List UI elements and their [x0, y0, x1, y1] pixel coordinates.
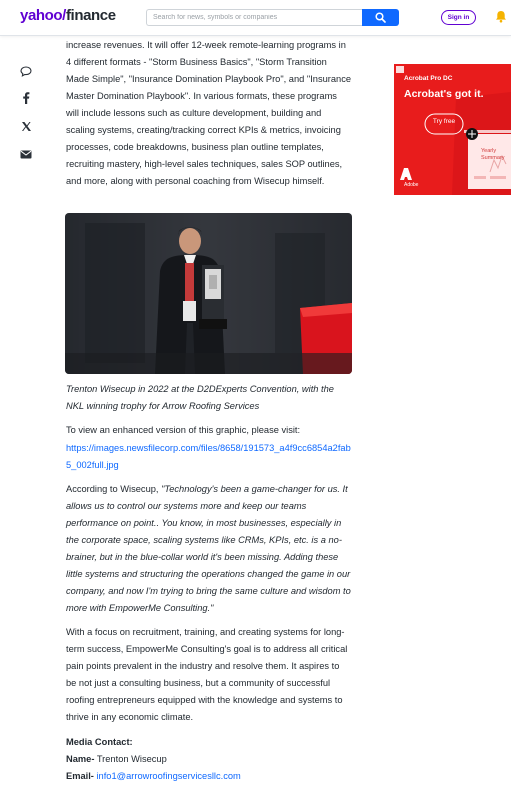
search-button[interactable]	[362, 9, 399, 26]
logo-finance-text: finance	[65, 7, 116, 24]
graphic-link[interactable]: https://images.newsfilecorp.com/files/86…	[66, 440, 353, 474]
x-icon[interactable]	[18, 118, 34, 134]
quote-paragraph: According to Wisecup, "Technology's been…	[66, 481, 352, 617]
email-link[interactable]: info1@arrowroofingservicesllc.com	[94, 771, 240, 781]
mail-icon[interactable]	[18, 146, 34, 162]
top-bar: yahoo/finance Sign in	[0, 0, 511, 36]
logo-yahoo-text: yahoo/	[20, 7, 66, 24]
adobe-logo-text: Adobe	[404, 182, 419, 188]
notifications-bell-icon[interactable]	[495, 10, 507, 28]
ad-try-free-button[interactable]: Try free	[425, 118, 463, 125]
sign-in-button[interactable]: Sign in	[441, 10, 476, 25]
name-value: Trenton Wisecup	[94, 754, 167, 764]
facebook-icon[interactable]	[18, 90, 34, 106]
yahoo-finance-logo[interactable]: yahoo/finance	[20, 7, 116, 24]
quote-text: "Technology's been a game-changer for us…	[66, 484, 351, 613]
ad-doc-title: Yearly Summary	[481, 148, 505, 161]
contact-name-line: Name- Trenton Wisecup	[66, 751, 352, 768]
view-graphic-text: To view an enhanced version of this grap…	[66, 425, 301, 435]
search-bar	[146, 9, 399, 26]
advertisement[interactable]: Acrobat Pro DC Acrobat's got it. Try fre…	[394, 64, 511, 195]
contact-email-line: Email- info1@arrowroofingservicesllc.com	[66, 768, 352, 785]
comment-icon[interactable]	[18, 63, 34, 79]
article-paragraph: increase revenues. It will offer 12-week…	[66, 40, 352, 186]
search-input[interactable]	[146, 9, 363, 26]
quote-lead: According to Wisecup,	[66, 484, 162, 494]
article-body: increase revenues. It will offer 12-week…	[66, 37, 352, 190]
ad-product-name: Acrobat Pro DC	[404, 75, 453, 82]
focus-paragraph: With a focus on recruitment, training, a…	[66, 627, 348, 722]
search-icon	[375, 12, 386, 23]
name-label: Name-	[66, 754, 95, 764]
email-label: Email-	[66, 771, 94, 781]
article-photo	[65, 213, 352, 374]
photo-caption: Trenton Wisecup in 2022 at the D2DExpert…	[66, 384, 334, 411]
ad-choices-icon[interactable]	[396, 66, 404, 73]
ad-headline: Acrobat's got it.	[404, 88, 484, 100]
media-contact-heading: Media Contact:	[66, 737, 133, 747]
